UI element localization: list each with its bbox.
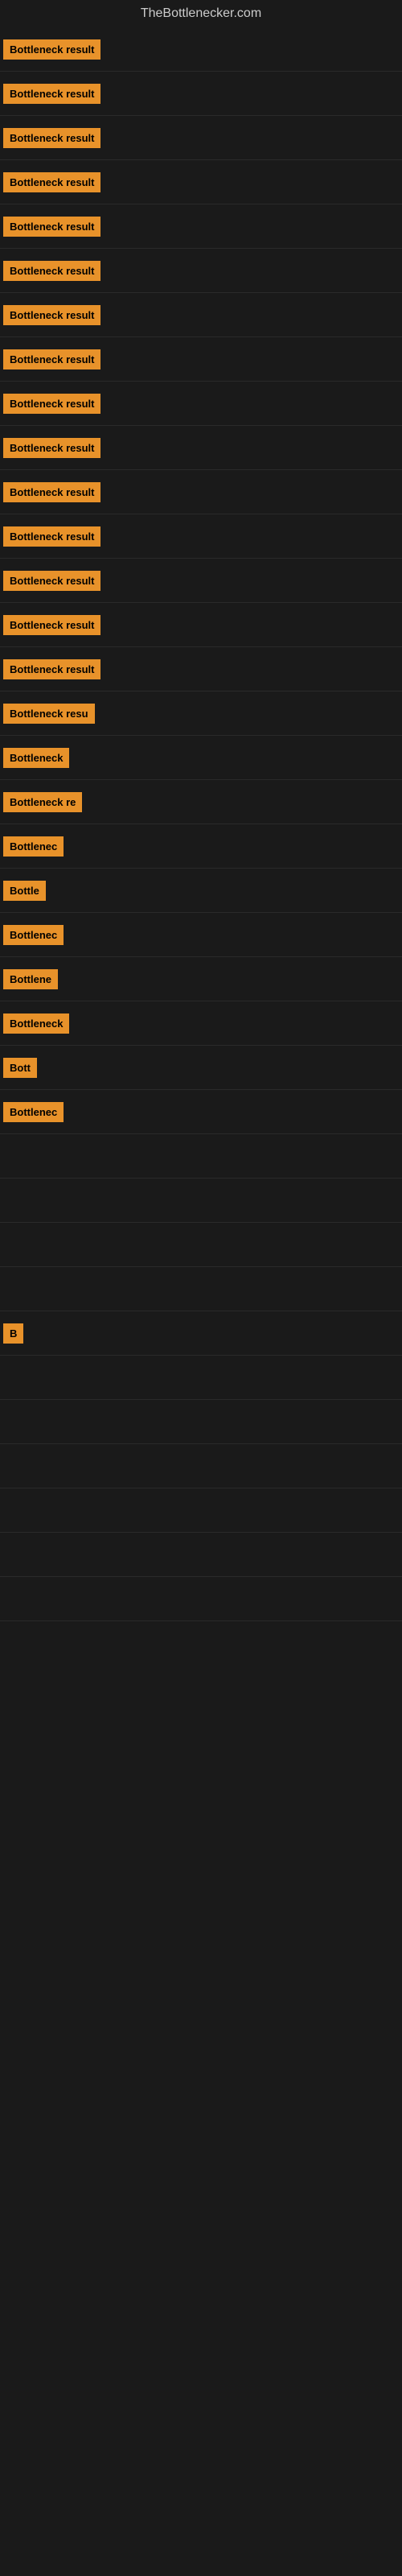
list-item: B	[0, 1311, 402, 1356]
list-item	[0, 1488, 402, 1533]
bottleneck-badge[interactable]: Bottlenec	[3, 836, 64, 857]
list-item: Bottleneck result	[0, 514, 402, 559]
bottleneck-badge[interactable]: Bottle	[3, 881, 46, 901]
bottleneck-badge[interactable]: Bottleneck result	[3, 394, 100, 414]
bottleneck-badge[interactable]: B	[3, 1323, 23, 1344]
site-title: TheBottlenecker.com	[0, 0, 402, 27]
list-item: Bottleneck result	[0, 470, 402, 514]
title-text: TheBottlenecker.com	[141, 6, 261, 20]
bottleneck-badge[interactable]: Bottleneck result	[3, 526, 100, 547]
list-item: Bottleneck	[0, 736, 402, 780]
list-item: Bottleneck result	[0, 204, 402, 249]
list-item: Bottleneck result	[0, 426, 402, 470]
bottleneck-badge[interactable]: Bottleneck result	[3, 128, 100, 148]
list-item	[0, 1444, 402, 1488]
list-item: Bottle	[0, 869, 402, 913]
bottleneck-badge[interactable]: Bottleneck result	[3, 217, 100, 237]
list-item: Bottleneck result	[0, 382, 402, 426]
bottleneck-badge[interactable]: Bottleneck result	[3, 615, 100, 635]
list-item	[0, 1577, 402, 1621]
bottleneck-badge[interactable]: Bottleneck resu	[3, 704, 95, 724]
bottleneck-badge[interactable]: Bott	[3, 1058, 37, 1078]
list-item: Bottlenec	[0, 824, 402, 869]
list-item: Bottleneck result	[0, 249, 402, 293]
list-item: Bottleneck result	[0, 559, 402, 603]
list-item	[0, 1179, 402, 1223]
bottleneck-badge[interactable]: Bottleneck	[3, 748, 69, 768]
list-item: Bottleneck result	[0, 337, 402, 382]
bottleneck-badge[interactable]: Bottleneck result	[3, 659, 100, 679]
list-item: Bottleneck result	[0, 116, 402, 160]
bottleneck-badge[interactable]: Bottleneck result	[3, 84, 100, 104]
bottleneck-badge[interactable]: Bottlenec	[3, 1102, 64, 1122]
list-item: Bott	[0, 1046, 402, 1090]
list-item: Bottleneck result	[0, 72, 402, 116]
bottleneck-badge[interactable]: Bottleneck result	[3, 261, 100, 281]
bottleneck-badge[interactable]: Bottleneck result	[3, 305, 100, 325]
bottleneck-badge[interactable]: Bottleneck result	[3, 172, 100, 192]
list-item	[0, 1134, 402, 1179]
list-item: Bottlene	[0, 957, 402, 1001]
list-item	[0, 1533, 402, 1577]
list-item: Bottleneck re	[0, 780, 402, 824]
list-item	[0, 1356, 402, 1400]
list-item: Bottleneck result	[0, 27, 402, 72]
list-item	[0, 1223, 402, 1267]
list-item: Bottleneck	[0, 1001, 402, 1046]
list-item: Bottleneck result	[0, 160, 402, 204]
list-item: Bottleneck result	[0, 293, 402, 337]
bottleneck-badge[interactable]: Bottleneck result	[3, 39, 100, 60]
bottleneck-badge[interactable]: Bottleneck re	[3, 792, 82, 812]
bottleneck-badge[interactable]: Bottlene	[3, 969, 58, 989]
bottleneck-badge[interactable]: Bottlenec	[3, 925, 64, 945]
list-item	[0, 1267, 402, 1311]
bottleneck-badge[interactable]: Bottleneck result	[3, 482, 100, 502]
list-item	[0, 1400, 402, 1444]
bottleneck-badge[interactable]: Bottleneck result	[3, 349, 100, 369]
list-item: Bottlenec	[0, 1090, 402, 1134]
list-item: Bottleneck resu	[0, 691, 402, 736]
bottleneck-badge[interactable]: Bottleneck	[3, 1013, 69, 1034]
list-item: Bottleneck result	[0, 603, 402, 647]
items-container: Bottleneck result Bottleneck result Bottle…	[0, 27, 402, 1621]
bottleneck-badge[interactable]: Bottleneck result	[3, 438, 100, 458]
list-item: Bottlenec	[0, 913, 402, 957]
list-item: Bottleneck result	[0, 647, 402, 691]
bottleneck-badge[interactable]: Bottleneck result	[3, 571, 100, 591]
